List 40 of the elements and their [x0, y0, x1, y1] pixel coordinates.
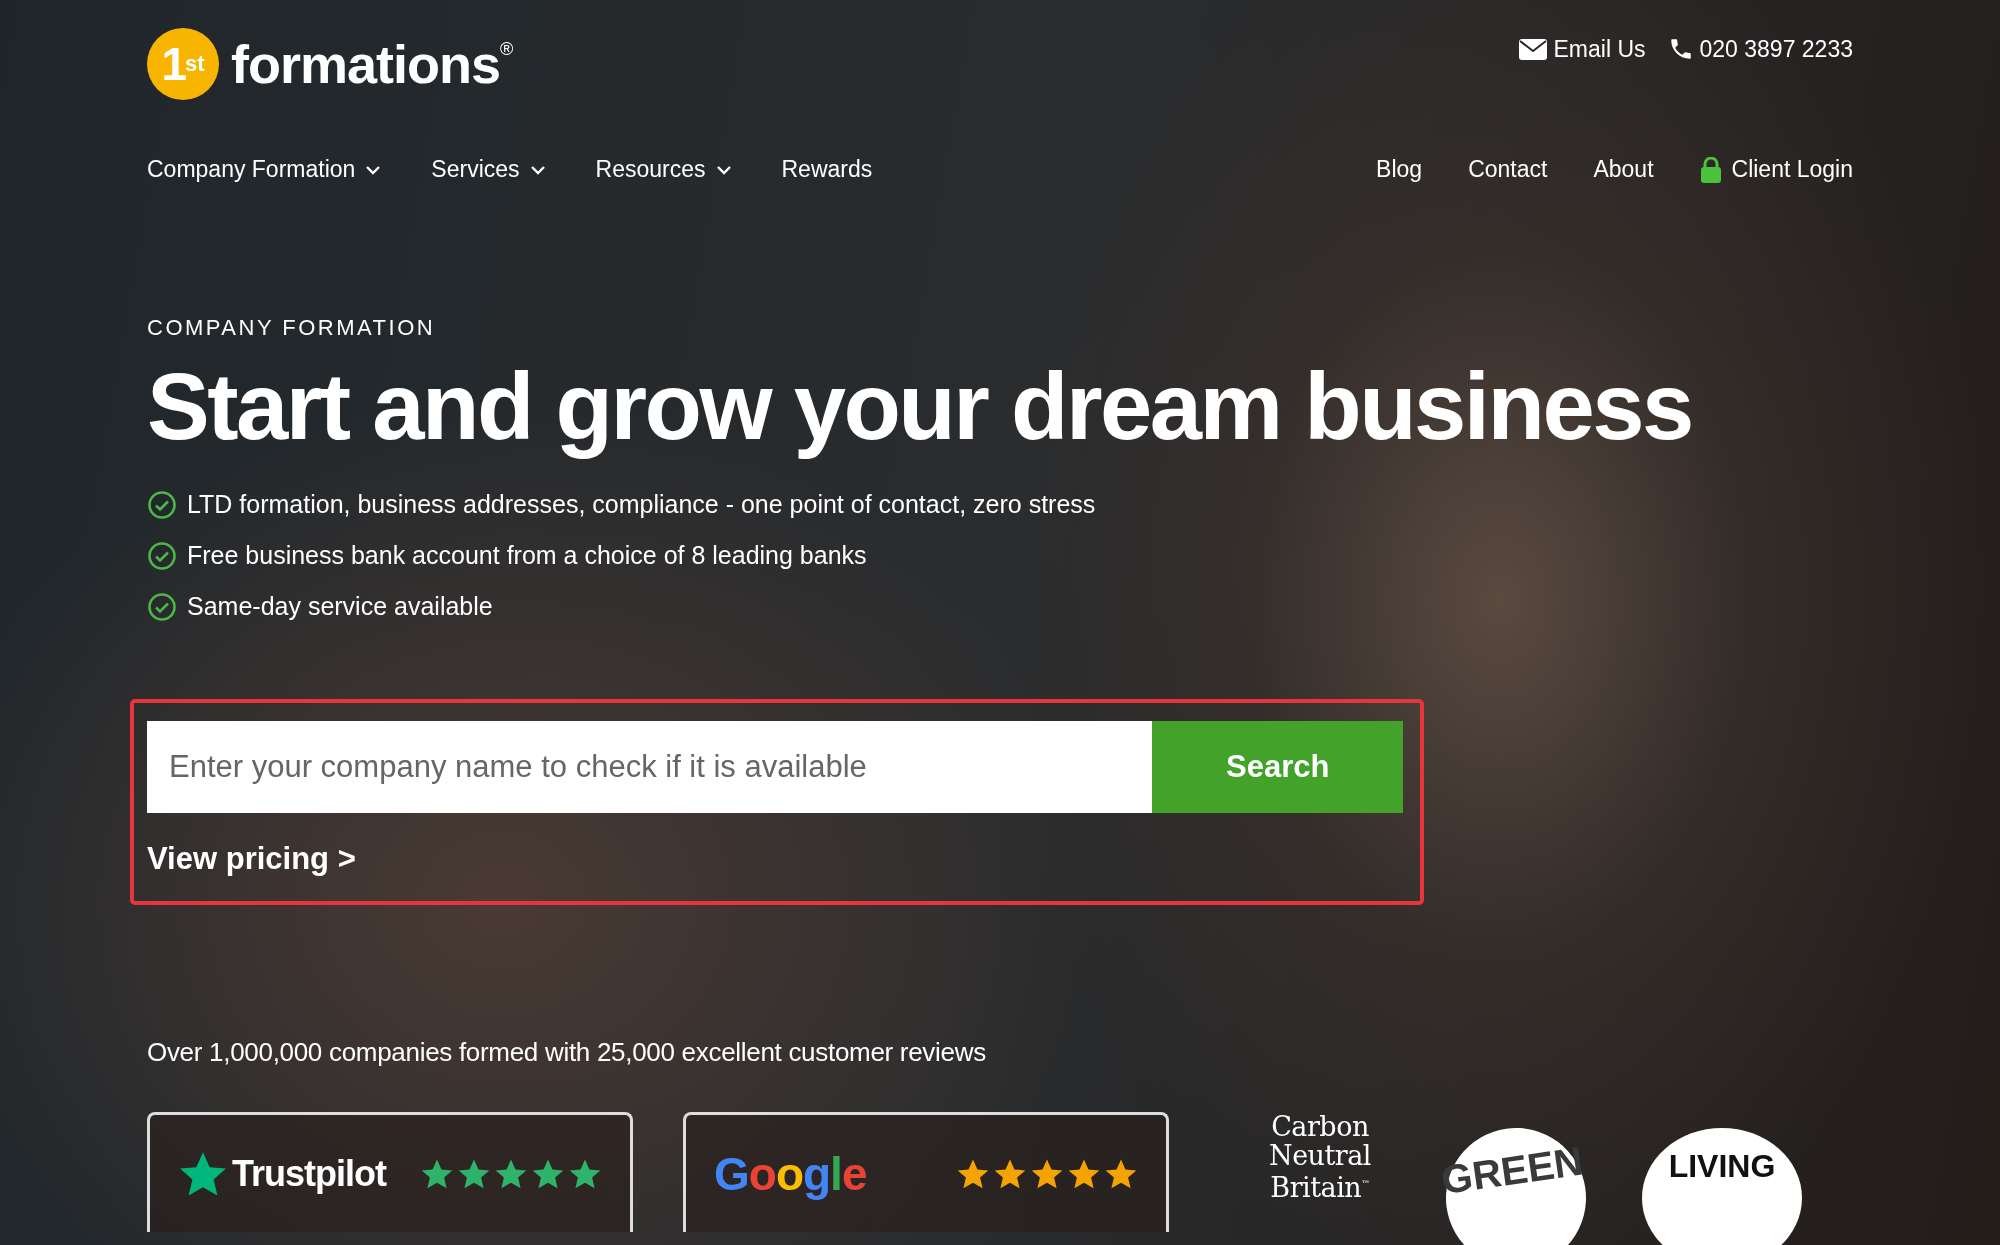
feature-text: Same-day service available [187, 592, 493, 622]
star-icon [956, 1157, 990, 1190]
trustpilot-wordmark: Trustpilot [232, 1152, 386, 1195]
company-name-field[interactable]: Enter your company name to check if it is available [147, 721, 1153, 814]
client-login-link[interactable]: Client Login [1699, 156, 1853, 183]
feature-text: Free business bank account from a choice of 8 leading banks [187, 541, 867, 571]
star-icon [1104, 1157, 1138, 1190]
email-link[interactable]: Email Us [1519, 35, 1646, 63]
star-icon [420, 1157, 454, 1190]
nav-link[interactable]: Blog [1376, 156, 1423, 183]
nav-menu-item[interactable]: Resources [595, 156, 732, 183]
check-circle-icon [147, 591, 177, 622]
logo-mark: 1$^{st}$ [147, 28, 219, 100]
nav-link[interactable]: About [1593, 156, 1654, 183]
star-icon [1030, 1157, 1064, 1190]
view-pricing-link[interactable]: View pricing > [147, 841, 356, 878]
star-icon [494, 1157, 528, 1190]
star-icon [1067, 1157, 1101, 1190]
google-wordmark: Google [714, 1146, 867, 1201]
nav-link[interactable]: Contact [1468, 156, 1548, 183]
nav-menu-item[interactable]: Rewards [781, 156, 873, 183]
site-logo[interactable]: 1$^{st}$ formations$^{®}$ [147, 28, 513, 100]
logo-wordmark: formations$^{®}$ [231, 33, 513, 95]
phone-link[interactable]: 020 3897 2233 [1667, 35, 1853, 63]
nav-menu-item[interactable]: Services [431, 156, 546, 183]
carbon-neutral-logo: Carbon Neutral Britain$^{™}$ [1269, 1112, 1371, 1203]
star-icon [531, 1157, 565, 1190]
feature-text: LTD formation, business addresses, compliance - one point of contact, zero stress [187, 490, 1096, 520]
star-icon [993, 1157, 1027, 1190]
lock-icon [1699, 156, 1722, 183]
nav-menu-item[interactable]: Company Formation [147, 156, 382, 183]
check-circle-icon [147, 540, 177, 571]
star-icon [457, 1157, 491, 1190]
check-circle-icon [147, 489, 177, 520]
envelope-icon [1519, 38, 1548, 60]
social-proof-text: Over 1,000,000 companies formed with 25,000 excellent customer reviews [147, 1037, 987, 1069]
living-wage-badge: LIVING [1642, 1128, 1802, 1245]
star-icon [568, 1157, 602, 1190]
section-eyebrow: COMPANY FORMATION [147, 315, 437, 341]
hero-headline: Start and grow your dream business [147, 353, 1693, 461]
